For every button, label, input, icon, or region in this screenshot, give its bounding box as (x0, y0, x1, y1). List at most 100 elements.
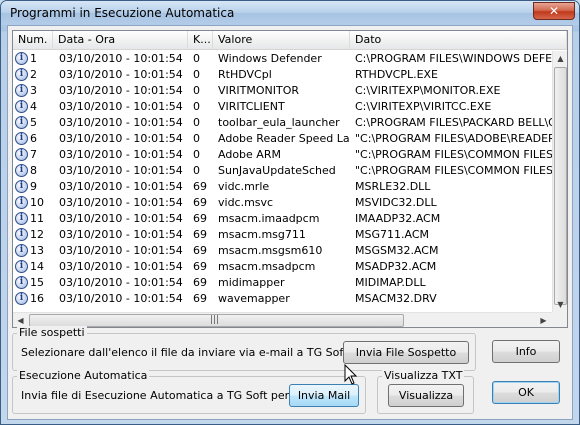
file-sospetti-group: File sospetti Selezionare dall'elenco il… (12, 326, 476, 371)
cell-dato: C:\PROGRAM FILES\PACKARD BELL\GOC (355, 116, 553, 129)
cell-date: 03/10/2010 - 10:01:54 (59, 116, 183, 129)
scroll-grip-icon: ||| (210, 315, 220, 325)
cell-date: 03/10/2010 - 10:01:54 (59, 180, 183, 193)
info-button[interactable]: Info (492, 340, 560, 363)
table-row[interactable]: i 1 03/10/2010 - 10:01:54 0 Windows Defender… (13, 51, 553, 67)
info-icon: i (15, 132, 28, 145)
cell-key: 0 (193, 132, 200, 145)
cell-date: 03/10/2010 - 10:01:54 (59, 292, 183, 305)
table-row[interactable]: i 4 03/10/2010 - 10:01:54 0 VIRITCLIENT C:\VI… (13, 99, 553, 115)
cell-valore: wavemapper (218, 292, 290, 305)
cell-key: 69 (193, 244, 207, 257)
table-row[interactable]: i 5 03/10/2010 - 10:01:54 0 toolbar_eula_lau… (13, 115, 553, 131)
send-mail-button[interactable]: Invia Mail (289, 384, 359, 407)
window-title: Programmi in Esecuzione Automatica (10, 6, 235, 20)
info-icon: i (15, 52, 28, 65)
info-icon: i (15, 228, 28, 241)
cell-dato: MSRLE32.DLL (355, 180, 431, 193)
esecuzione-automatica-instruction: Invia file di Esecuzione Automatica a TG… (21, 389, 332, 402)
file-sospetti-label: File sospetti (17, 326, 87, 339)
cell-valore: vidc.msvc (218, 196, 274, 209)
close-button[interactable]: ✕ (533, 2, 575, 20)
cell-num: 2 (30, 68, 37, 81)
info-icon: i (15, 116, 28, 129)
cell-key: 69 (193, 180, 207, 193)
cell-date: 03/10/2010 - 10:01:54 (59, 212, 183, 225)
cell-dato: C:\VIRITEXP\MONITOR.EXE (355, 84, 501, 97)
column-header-key[interactable]: K... (188, 31, 213, 50)
table-row[interactable]: i 9 03/10/2010 - 10:01:54 69 vidc.mrle MSRLE3… (13, 179, 553, 195)
table-row[interactable]: i 11 03/10/2010 - 10:01:54 69 msacm.imaadpcm… (13, 211, 553, 227)
cell-date: 03/10/2010 - 10:01:54 (59, 68, 183, 81)
scroll-down-arrow-icon[interactable]: ▼ (553, 297, 567, 312)
cell-valore: RtHDVCpl (218, 68, 272, 81)
view-txt-button[interactable]: Visualizza (388, 384, 464, 407)
table-row[interactable]: i 13 03/10/2010 - 10:01:54 69 msacm.msgsm610… (13, 243, 553, 259)
info-icon: i (15, 244, 28, 257)
cell-key: 69 (193, 228, 207, 241)
cell-num: 8 (30, 164, 37, 177)
cell-num: 10 (30, 196, 44, 209)
info-icon: i (15, 260, 28, 273)
table-row[interactable]: i 16 03/10/2010 - 10:01:54 69 wavemapper MSAC… (13, 291, 553, 307)
cell-key: 0 (193, 148, 200, 161)
cell-num: 6 (30, 132, 37, 145)
cell-dato: MSADP32.ACM (355, 260, 437, 273)
cell-key: 69 (193, 196, 207, 209)
cell-key: 0 (193, 68, 200, 81)
vertical-scrollbar[interactable]: ▲ ▼ (552, 51, 567, 313)
cell-valore: msacm.msadpcm (218, 260, 316, 273)
cell-valore: Windows Defender (218, 52, 322, 65)
cell-date: 03/10/2010 - 10:01:54 (59, 164, 183, 177)
column-header-valore[interactable]: Valore (213, 31, 350, 50)
cell-valore: Adobe ARM (218, 148, 281, 161)
horizontal-scrollbar[interactable]: ◀ ||| ▶ (13, 312, 552, 327)
table-row[interactable]: i 3 03/10/2010 - 10:01:54 0 VIRITMONITOR C:\V… (13, 83, 553, 99)
table-row[interactable]: i 10 03/10/2010 - 10:01:54 69 vidc.msvc MSVID… (13, 195, 553, 211)
cell-date: 03/10/2010 - 10:01:54 (59, 228, 183, 241)
cell-date: 03/10/2010 - 10:01:54 (59, 100, 183, 113)
cell-date: 03/10/2010 - 10:01:54 (59, 260, 183, 273)
cell-key: 69 (193, 276, 207, 289)
table-row[interactable]: i 7 03/10/2010 - 10:01:54 0 Adobe ARM "C:\PRO… (13, 147, 553, 163)
cell-key: 0 (193, 100, 200, 113)
column-header-date[interactable]: Data - Ora (53, 31, 188, 50)
info-icon: i (15, 148, 28, 161)
cell-valore: msacm.msgsm610 (218, 244, 323, 257)
cell-num: 3 (30, 84, 37, 97)
table-row[interactable]: i 15 03/10/2010 - 10:01:54 69 midimapper MIDI… (13, 275, 553, 291)
cell-num: 7 (30, 148, 37, 161)
column-header-dato[interactable]: Dato (350, 31, 567, 50)
vertical-scroll-thumb[interactable] (554, 67, 567, 305)
cell-valore: Adobe Reader Speed La... (218, 132, 350, 145)
list-header: Num. Data - Ora K... Valore Dato (13, 31, 567, 50)
cell-valore: vidc.mrle (218, 180, 270, 193)
scroll-right-arrow-icon[interactable]: ▶ (536, 313, 551, 327)
ok-button[interactable]: OK (492, 381, 560, 404)
title-bar[interactable]: Programmi in Esecuzione Automatica ✕ (1, 1, 579, 25)
info-icon: i (15, 212, 28, 225)
cell-date: 03/10/2010 - 10:01:54 (59, 84, 183, 97)
cell-date: 03/10/2010 - 10:01:54 (59, 52, 183, 65)
info-icon: i (15, 292, 28, 305)
cell-valore: VIRITCLIENT (218, 100, 285, 113)
table-row[interactable]: i 12 03/10/2010 - 10:01:54 69 msacm.msg711 MS… (13, 227, 553, 243)
cell-valore: msacm.msg711 (218, 228, 306, 241)
column-header-num[interactable]: Num. (13, 31, 53, 50)
table-row[interactable]: i 2 03/10/2010 - 10:01:54 0 RtHDVCpl RTHDVCPL… (13, 67, 553, 83)
table-row[interactable]: i 14 03/10/2010 - 10:01:54 69 msacm.msadpcm M… (13, 259, 553, 275)
info-icon: i (15, 84, 28, 97)
cell-date: 03/10/2010 - 10:01:54 (59, 244, 183, 257)
send-suspect-file-button[interactable]: Invia File Sospetto (343, 341, 469, 364)
cell-num: 9 (30, 180, 37, 193)
info-icon: i (15, 276, 28, 289)
table-row[interactable]: i 8 03/10/2010 - 10:01:54 0 SunJavaUpdateSch… (13, 163, 553, 179)
cell-date: 03/10/2010 - 10:01:54 (59, 276, 183, 289)
cell-key: 69 (193, 260, 207, 273)
scroll-up-arrow-icon[interactable]: ▲ (553, 51, 567, 66)
cell-key: 0 (193, 164, 200, 177)
autorun-list[interactable]: Num. Data - Ora K... Valore Dato i 1 03/10… (12, 30, 568, 328)
table-row[interactable]: i 6 03/10/2010 - 10:01:54 0 Adobe Reader Spe… (13, 131, 553, 147)
cell-num: 12 (30, 228, 44, 241)
cell-dato: MSVIDC32.DLL (355, 196, 437, 209)
